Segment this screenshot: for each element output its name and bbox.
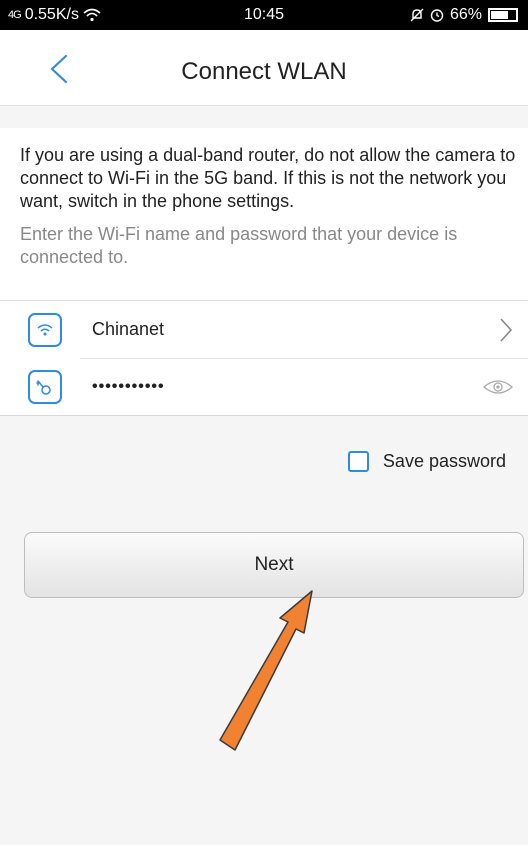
eye-icon[interactable] xyxy=(482,377,514,397)
info-panel: If you are using a dual-band router, do … xyxy=(0,128,528,300)
wifi-ssid: Chinanet xyxy=(92,319,165,339)
status-right: 66% xyxy=(410,6,518,24)
status-bar: 4G 0.55K/s 10:45 66% xyxy=(0,0,528,30)
save-password-label[interactable]: Save password xyxy=(383,451,506,472)
wifi-hint: Enter the Wi-Fi name and password that y… xyxy=(20,224,458,267)
dual-band-warning: If you are using a dual-band router, do … xyxy=(20,145,516,211)
password-row[interactable]: ••••••••••• xyxy=(0,358,528,416)
wifi-icon xyxy=(28,312,62,347)
page-title: Connect WLAN xyxy=(181,58,347,85)
mute-icon xyxy=(410,8,424,22)
annotation-arrow xyxy=(219,590,313,751)
password-field[interactable]: ••••••••••• xyxy=(92,378,165,396)
battery-icon xyxy=(488,8,518,22)
battery-percent: 66% xyxy=(449,6,482,23)
row-divider xyxy=(80,358,528,359)
header: Connect WLAN xyxy=(0,30,528,106)
wifi-network-row[interactable]: Chinanet xyxy=(0,300,528,358)
save-password-checkbox[interactable] xyxy=(347,451,369,472)
key-icon xyxy=(28,369,62,404)
save-password-row[interactable]: Save password xyxy=(347,451,506,472)
chevron-right-icon[interactable] xyxy=(498,317,514,343)
alarm-icon xyxy=(430,9,444,22)
